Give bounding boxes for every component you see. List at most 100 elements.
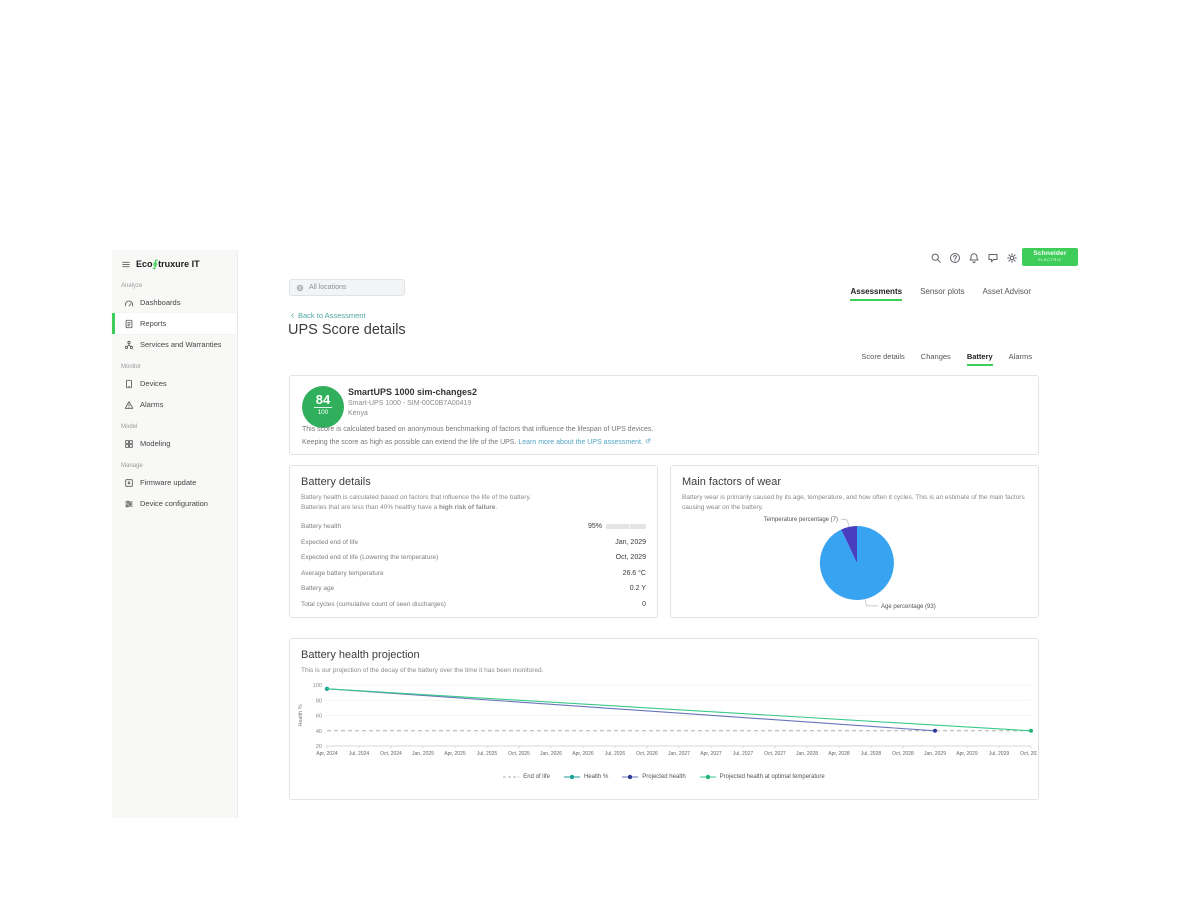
- sidebar-section-manage: Manage: [112, 454, 237, 472]
- battery-health-bar-threshold: [629, 524, 630, 529]
- svg-text:Oct, 2027: Oct, 2027: [764, 751, 786, 757]
- series-marker-projected-health-at-optimal-temperature: [1029, 729, 1033, 733]
- score-description-line2: Keeping the score as high as possible ca…: [302, 439, 516, 446]
- tab-asset-advisor[interactable]: Asset Advisor: [983, 287, 1031, 301]
- svg-text:80: 80: [316, 698, 322, 704]
- battery-desc-line1: Battery health is calculated based on fa…: [301, 494, 531, 501]
- svg-text:100: 100: [313, 683, 322, 689]
- tab-assessments[interactable]: Assessments: [850, 287, 902, 301]
- subtab-changes[interactable]: Changes: [921, 352, 951, 366]
- series-projected-health: [327, 689, 935, 731]
- svg-text:Jul, 2029: Jul, 2029: [989, 751, 1010, 757]
- battery-row-label: Expected end of life: [301, 539, 358, 546]
- pie-slice-age-percentage: [820, 526, 894, 600]
- firmware-icon: [124, 478, 134, 488]
- reports-icon: [124, 319, 134, 329]
- sub-tabs: Score details Changes Battery Alarms: [861, 352, 1032, 366]
- subtab-score-details[interactable]: Score details: [861, 352, 904, 366]
- projection-description: This is our projection of the decay of t…: [301, 666, 1027, 676]
- battery-details-title: Battery details: [301, 476, 646, 488]
- legend-label: Projected health: [642, 774, 685, 780]
- sidebar-item-device-configuration[interactable]: Device configuration: [112, 493, 237, 514]
- hamburger-menu-icon[interactable]: [121, 260, 131, 269]
- svg-text:Jan, 2026: Jan, 2026: [540, 751, 562, 757]
- subtab-alarms[interactable]: Alarms: [1009, 352, 1032, 366]
- battery-row-value: Jan, 2029: [615, 539, 646, 546]
- score-value: 84: [302, 393, 344, 406]
- learn-more-label: Learn more about the UPS assessment.: [518, 439, 643, 446]
- battery-row-expected-end-of-life-lowering-the-temperature: Expected end of life (Lowering the tempe…: [301, 550, 646, 566]
- sidebar-item-dashboards[interactable]: Dashboards: [112, 292, 237, 313]
- feedback-icon[interactable]: [987, 252, 999, 264]
- svg-text:Oct, 2028: Oct, 2028: [892, 751, 914, 757]
- svg-text:Apr, 2029: Apr, 2029: [956, 751, 978, 757]
- globe-icon: [296, 284, 304, 292]
- location-filter[interactable]: All locations: [289, 279, 405, 296]
- legend-label: Health %: [584, 774, 608, 780]
- sidebar-item-reports[interactable]: Reports: [112, 313, 237, 334]
- sidebar-item-devices[interactable]: Devices: [112, 373, 237, 394]
- svg-text:Jul, 2028: Jul, 2028: [861, 751, 882, 757]
- svg-text:Jul, 2024: Jul, 2024: [349, 751, 370, 757]
- battery-row-value-text: 0.2 Y: [630, 585, 646, 592]
- device-meta: SmartUPS 1000 sim-changes2 Smart-UPS 100…: [348, 387, 477, 417]
- back-link-label: Back to Assessment: [298, 311, 366, 320]
- sidebar-item-services-and-warranties[interactable]: Services and Warranties: [112, 334, 237, 355]
- score-card: 84 100 SmartUPS 1000 sim-changes2 Smart-…: [289, 375, 1039, 455]
- legend-item-health: Health %: [564, 774, 608, 780]
- schneider-logo[interactable]: Schneider ELECTRIC: [1022, 248, 1078, 266]
- device-name: SmartUPS 1000 sim-changes2: [348, 387, 477, 397]
- svg-text:Health %: Health %: [298, 704, 304, 726]
- services-icon: [124, 340, 134, 350]
- legend-label: Projected health at optimal temperature: [720, 774, 825, 780]
- battery-details-rows: Battery health95%Expected end of lifeJan…: [301, 519, 646, 612]
- battery-row-value-text: Oct, 2029: [616, 554, 646, 561]
- device-config-icon: [124, 499, 134, 509]
- help-icon[interactable]: [949, 252, 961, 264]
- svg-text:Oct, 2025: Oct, 2025: [508, 751, 530, 757]
- logo-text-eco: Eco: [136, 259, 153, 269]
- svg-text:Jul, 2027: Jul, 2027: [733, 751, 754, 757]
- sidebar-section-model: Model: [112, 415, 237, 433]
- series-marker-projected-health: [933, 729, 937, 733]
- battery-row-label: Average battery temperature: [301, 570, 384, 577]
- svg-text:Apr, 2028: Apr, 2028: [828, 751, 850, 757]
- sidebar-item-label: Firmware update: [140, 478, 196, 487]
- pie-label-temperature-percentage: Temperature percentage (7): [764, 517, 838, 523]
- subtab-battery[interactable]: Battery: [967, 352, 993, 366]
- main-tabs: Assessments Sensor plots Asset Advisor: [850, 287, 1031, 301]
- back-link[interactable]: Back to Assessment: [289, 311, 366, 320]
- wear-description: Battery wear is primarily caused by its …: [682, 493, 1027, 513]
- sidebar-item-label: Modeling: [140, 439, 170, 448]
- dashboards-icon: [124, 298, 134, 308]
- battery-row-average-battery-temperature: Average battery temperature26.6 °C: [301, 566, 646, 582]
- sidebar-item-modeling[interactable]: Modeling: [112, 433, 237, 454]
- battery-row-battery-age: Battery age0.2 Y: [301, 581, 646, 597]
- settings-gear-icon[interactable]: [1006, 252, 1018, 264]
- pie-label-age-percentage: Age percentage (93): [881, 604, 936, 610]
- battery-row-value: 0: [642, 601, 646, 608]
- device-location: Kenya: [348, 410, 477, 417]
- svg-text:Jan, 2027: Jan, 2027: [668, 751, 690, 757]
- sidebar-item-label: Devices: [140, 379, 167, 388]
- notifications-bell-icon[interactable]: [968, 252, 980, 264]
- tab-sensor-plots[interactable]: Sensor plots: [920, 287, 964, 301]
- sidebar-section-monitor: Monitor: [112, 355, 237, 373]
- sidebar-item-firmware-update[interactable]: Firmware update: [112, 472, 237, 493]
- battery-health-bar: [606, 524, 646, 529]
- battery-row-label: Expected end of life (Lowering the tempe…: [301, 554, 438, 561]
- pie-slice-temperature-percentage: [841, 526, 857, 563]
- svg-text:Oct, 2026: Oct, 2026: [636, 751, 658, 757]
- learn-more-link[interactable]: Learn more about the UPS assessment.: [518, 439, 651, 446]
- search-icon[interactable]: [930, 252, 942, 264]
- wear-title: Main factors of wear: [682, 476, 1027, 488]
- sidebar-item-alarms[interactable]: Alarms: [112, 394, 237, 415]
- battery-details-description: Battery health is calculated based on fa…: [301, 493, 646, 513]
- series-projected-health-at-optimal-temperature: [327, 689, 1031, 731]
- chart-legend: End of lifeHealth %Projected healthProje…: [290, 774, 1038, 780]
- sidebar-item-label: Dashboards: [140, 298, 180, 307]
- svg-text:Jul, 2025: Jul, 2025: [477, 751, 498, 757]
- legend-item-projected-health-at-optimal-temperature: Projected health at optimal temperature: [700, 774, 825, 780]
- sidebar-nav: AnalyzeDashboardsReportsServices and War…: [112, 274, 237, 514]
- sidebar-header: Eco∮truxure IT: [112, 250, 237, 274]
